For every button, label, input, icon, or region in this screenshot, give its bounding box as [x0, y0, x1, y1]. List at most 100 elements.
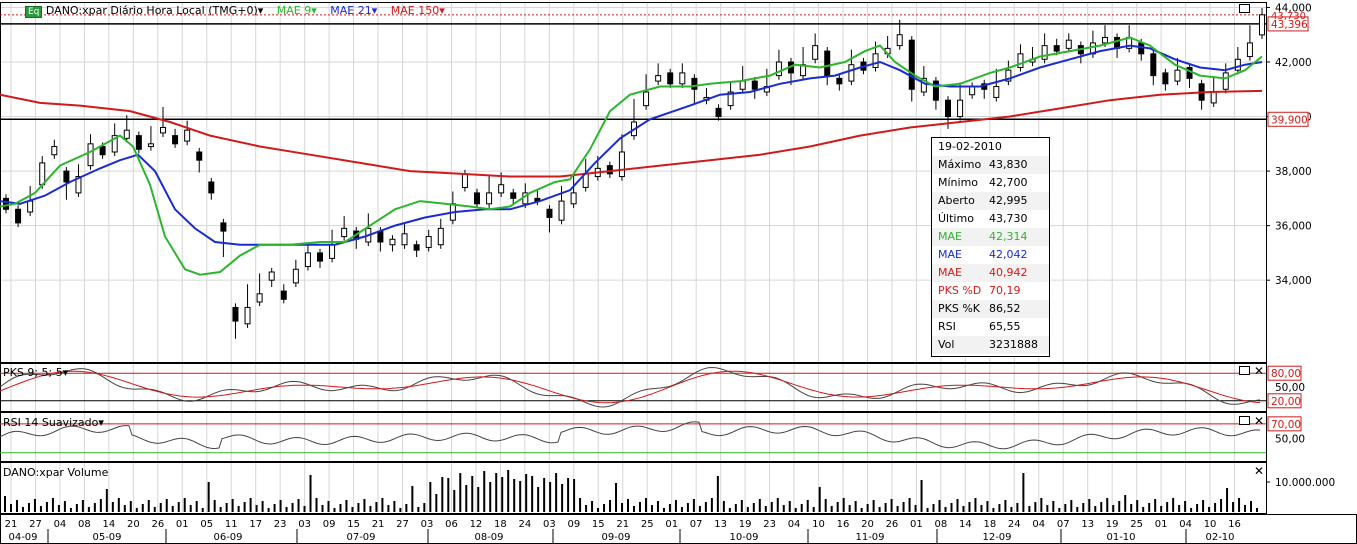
volume-bar	[1244, 505, 1247, 512]
candle-body	[220, 222, 227, 232]
close-stoch-panel-icon[interactable]: ✕	[1254, 365, 1264, 377]
volume-bar	[686, 503, 689, 512]
close-rsi-panel-icon[interactable]: ✕	[1254, 415, 1264, 427]
candle-body	[63, 170, 70, 183]
x-tick-label: 03	[298, 519, 311, 530]
volume-tick-label: 10.000.000	[1275, 477, 1335, 489]
x-tick-label: 24	[519, 519, 532, 530]
volume-bar	[818, 487, 821, 512]
x-tick-label: 14	[103, 519, 116, 530]
x-month-label: 02-10	[1205, 532, 1234, 543]
ma-slow-label[interactable]: MAE 150	[391, 4, 439, 17]
volume-bar	[788, 501, 791, 512]
volume-bar	[644, 498, 647, 512]
volume-bar	[435, 494, 438, 512]
x-tick-label: 03	[421, 519, 434, 530]
chart-title[interactable]: DANO:xpar Diário Hora Local (TMG+0)	[46, 4, 258, 17]
volume-bar	[519, 481, 522, 512]
volume-bar	[692, 499, 695, 512]
ma-fast-label[interactable]: MAE 9	[277, 4, 311, 17]
volume-bar	[135, 508, 138, 512]
x-tick-label: 26	[151, 519, 164, 530]
volume-bar	[555, 473, 558, 512]
candle-body	[896, 34, 903, 47]
info-row-label: Vol	[938, 338, 955, 351]
volume-bar	[1088, 499, 1091, 512]
eq-badge[interactable]: Eq	[25, 6, 43, 18]
candle-body	[425, 236, 432, 248]
volume-bar	[573, 479, 576, 512]
ma-fast-dropdown-icon[interactable]: ▾	[311, 4, 317, 17]
volume-bar	[662, 508, 665, 512]
volume-bar	[525, 474, 528, 512]
x-tick-label: 15	[347, 519, 360, 530]
candle-body	[1246, 42, 1253, 58]
volume-bar	[1112, 505, 1115, 512]
volume-bar	[1130, 504, 1133, 512]
volume-bar	[609, 500, 612, 512]
volume-bar	[1220, 499, 1223, 512]
volume-bar	[674, 500, 677, 512]
volume-bar	[824, 499, 827, 512]
x-tick-label: 12	[470, 519, 483, 530]
rsi-label[interactable]: RSI 14 Suavizado▾	[3, 416, 104, 429]
volume-bar	[1070, 500, 1073, 512]
volume-bar	[1148, 503, 1151, 512]
volume-bar	[489, 482, 492, 512]
x-month-label: 10-09	[729, 532, 758, 543]
volume-bar	[1226, 488, 1229, 512]
ma-mid-label[interactable]: MAE 21	[330, 4, 371, 17]
x-axis: 21 27 04 08 14 20 26 01 05 11 17 23 03 09 15 21 27 03 06 12…	[5, 519, 1241, 544]
volume-bar	[183, 498, 186, 512]
x-tick-label: 18	[983, 519, 996, 530]
candle-body	[739, 80, 746, 90]
candle-body	[123, 129, 130, 139]
stoch-tick-label: 50,00	[1275, 382, 1305, 394]
volume-bar	[1214, 503, 1217, 512]
support-level-tag: 39,900	[1271, 114, 1308, 126]
volume-bar	[854, 501, 857, 512]
candle-body	[341, 227, 348, 238]
volume-bar	[812, 507, 815, 512]
stoch-tick-label: 20,00	[1271, 396, 1301, 408]
volume-bar	[956, 499, 959, 512]
volume-bar	[992, 508, 995, 512]
volume-bar	[261, 501, 264, 512]
volume-bar	[387, 505, 390, 512]
candle-body	[401, 233, 408, 246]
volume-bar	[1208, 507, 1211, 512]
volume-bar	[758, 499, 761, 512]
volume-bar	[399, 508, 402, 512]
title-dropdown-icon[interactable]: ▾	[258, 4, 264, 17]
maximize-stoch-panel-icon[interactable]	[1239, 366, 1250, 375]
x-month-label: 01-10	[1106, 532, 1135, 543]
x-tick-label: 13	[714, 519, 727, 530]
x-tick-label: 21	[5, 519, 18, 530]
ma-mid-dropdown-icon[interactable]: ▾	[372, 4, 378, 17]
maximize-price-panel-icon[interactable]	[1239, 4, 1250, 13]
volume-bar	[567, 478, 570, 512]
ma-fast-line	[0, 36, 1263, 276]
close-volume-panel-icon[interactable]: ✕	[1254, 465, 1264, 477]
info-row-label: PKS %D	[938, 284, 982, 297]
volume-bar	[1046, 505, 1049, 512]
x-tick-label: 16	[1228, 519, 1241, 530]
ma-slow-dropdown-icon[interactable]: ▾	[439, 4, 445, 17]
price-tick-label: 42,000	[1275, 57, 1312, 69]
candle-body	[667, 72, 674, 85]
maximize-rsi-panel-icon[interactable]	[1239, 416, 1250, 425]
candle-body	[1162, 72, 1169, 85]
volume-bar	[1136, 500, 1139, 512]
volume-bar	[615, 483, 618, 512]
volume-bar	[1106, 498, 1109, 512]
volume-bar	[405, 504, 408, 512]
x-tick-label: 21	[372, 519, 385, 530]
candle-body	[498, 184, 505, 194]
candle-body	[3, 197, 9, 210]
candle-body	[655, 75, 662, 82]
volume-bar	[770, 502, 773, 512]
volume-bar	[411, 486, 414, 512]
stoch-label[interactable]: PKS 9; 5; 5▾	[3, 366, 68, 379]
candle-body	[244, 306, 251, 325]
x-tick-label: 25	[1130, 519, 1143, 530]
